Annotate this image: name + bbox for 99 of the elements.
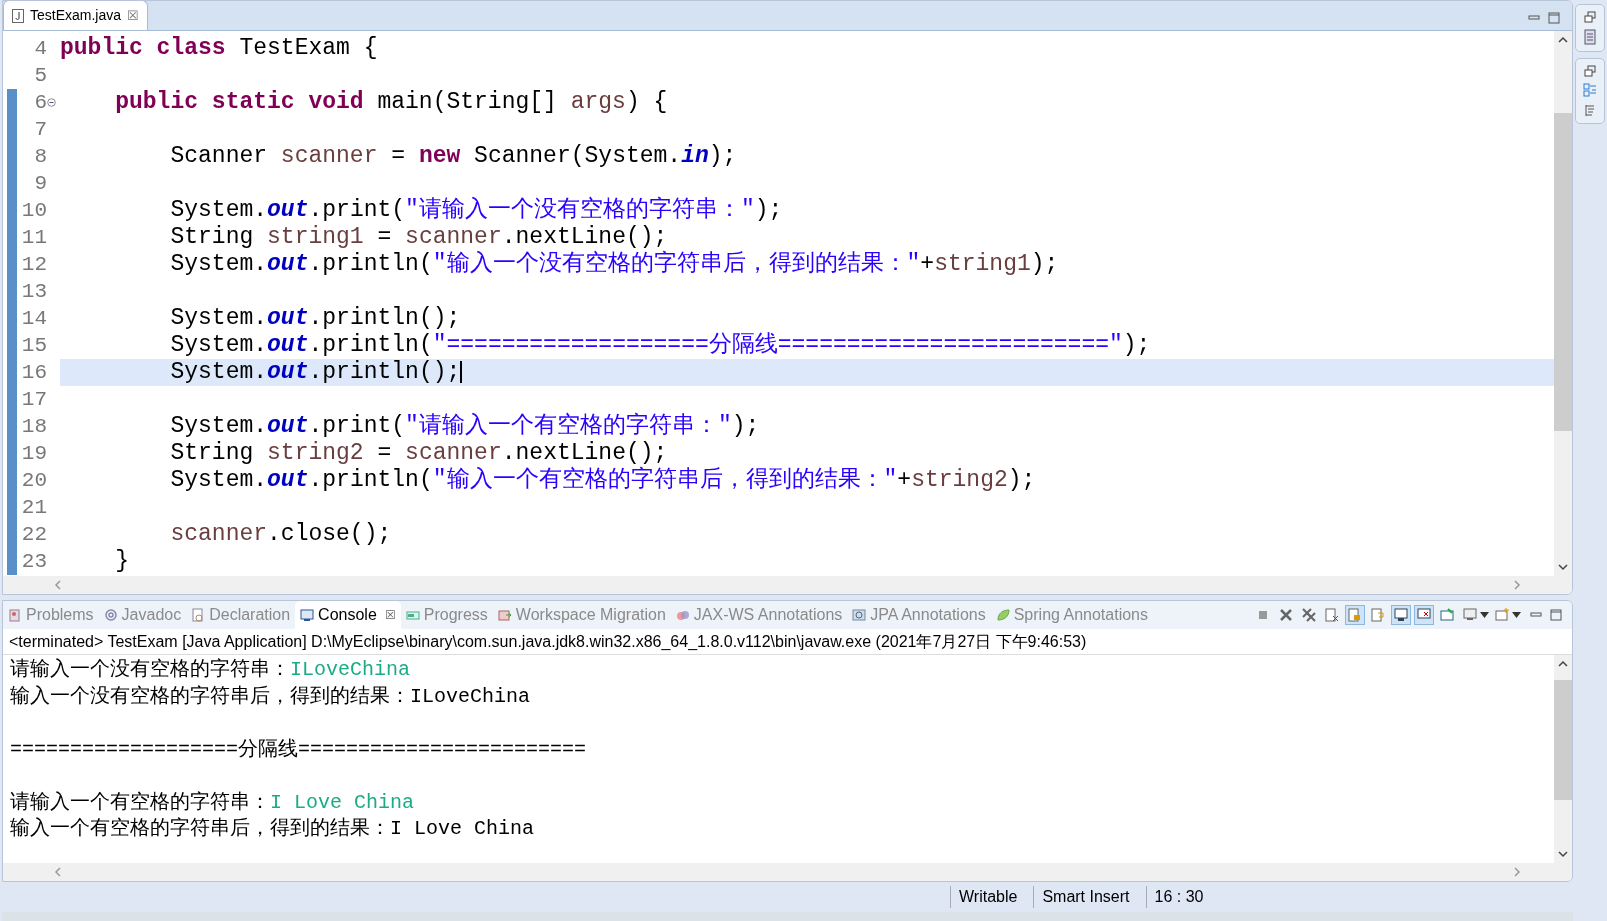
scroll-left-icon[interactable] bbox=[53, 866, 63, 878]
scroll-lock-icon bbox=[1347, 607, 1363, 623]
monitor-button[interactable] bbox=[1391, 605, 1411, 625]
caret-icon[interactable] bbox=[1512, 612, 1521, 618]
tab-title: TestExam.java bbox=[30, 6, 122, 25]
vertical-scrollbar[interactable] bbox=[1554, 31, 1572, 576]
code-line: System.out.println(); bbox=[169, 305, 461, 332]
console-header: <terminated> TestExam [Java Application] D:\MyEclipse\binary\com.sun.java.jdk8.win32.x86_64_1.8.0.v112\bin\javaw.exe (2021年7月27日 下午9:46:53) bbox=[3, 629, 1572, 655]
close-button[interactable]: ☒ bbox=[127, 5, 140, 26]
code-line: } bbox=[114, 548, 129, 575]
monitor-icon bbox=[1393, 607, 1409, 623]
restore-icon[interactable] bbox=[1584, 11, 1596, 23]
console-line: 请输入一个有空格的字符串：I Love China bbox=[10, 789, 415, 816]
line-number: 10 bbox=[20, 197, 47, 224]
line-number: 9 bbox=[33, 170, 47, 197]
view-tab[interactable]: Declaration bbox=[186, 601, 296, 629]
view-tab[interactable]: Problems bbox=[3, 601, 99, 629]
vertical-scrollbar[interactable] bbox=[1554, 655, 1572, 863]
line-number: 12 bbox=[20, 251, 47, 278]
document-icon bbox=[191, 608, 206, 622]
view-tab[interactable]: Javadoc bbox=[98, 601, 187, 629]
scroll-thumb[interactable] bbox=[1554, 112, 1572, 431]
at-sign-icon bbox=[103, 608, 118, 622]
word-wrap-icon bbox=[1370, 607, 1386, 623]
monitor-error-button[interactable] bbox=[1414, 605, 1434, 625]
fold-icon[interactable] bbox=[47, 98, 56, 107]
code-line: String string1 = scanner.nextLine(); bbox=[169, 224, 668, 250]
double-x-icon bbox=[1301, 607, 1317, 623]
status-text: Writable bbox=[959, 887, 1018, 907]
scroll-right-icon[interactable] bbox=[1512, 579, 1522, 591]
view-tab[interactable]: JAX-WS Annotations bbox=[670, 601, 848, 629]
code-line: System.out.println("输入一个有空格的字符串后，得到的结果："+string2); bbox=[169, 467, 1036, 494]
line-number: 17 bbox=[20, 386, 47, 413]
code-line: System.out.print("请输入一个有空格的字符串："); bbox=[169, 413, 760, 440]
line-number: 7 bbox=[33, 116, 47, 143]
view-tab[interactable]: Console ☒ bbox=[295, 601, 401, 629]
line-number: 11 bbox=[20, 224, 47, 251]
code-line: System.out.println("输入一个没有空格的字符串后，得到的结果："+string1); bbox=[169, 251, 1059, 278]
line-number: 16 bbox=[20, 359, 47, 386]
horizontal-scrollbar[interactable] bbox=[3, 576, 1572, 594]
code-line: Scanner scanner = new Scanner(System.in); bbox=[169, 143, 737, 170]
database-icon bbox=[852, 608, 867, 622]
problems-icon bbox=[8, 608, 22, 622]
console-line: 请输入一个没有空格的字符串：ILoveChina bbox=[10, 657, 411, 684]
hierarchy-icon[interactable] bbox=[1583, 103, 1597, 117]
line-number: 8 bbox=[33, 143, 47, 170]
new-console-icon bbox=[1494, 607, 1510, 623]
console-line: ===================分隔线======================== bbox=[10, 736, 587, 763]
view-tab[interactable]: Workspace Migration bbox=[492, 601, 671, 629]
code-line: public static void main(String[] args) { bbox=[114, 89, 668, 116]
line-number: 13 bbox=[20, 278, 47, 305]
leaf-icon bbox=[995, 608, 1010, 622]
x-icon bbox=[1278, 607, 1294, 623]
line-number: 18 bbox=[20, 413, 47, 440]
horizontal-scrollbar[interactable] bbox=[3, 863, 1572, 881]
view-tab[interactable]: Progress bbox=[400, 601, 493, 629]
maximize-icon[interactable] bbox=[1548, 12, 1560, 24]
outline-icon[interactable] bbox=[1583, 83, 1597, 97]
line-number: 14 bbox=[20, 305, 47, 332]
code-line: scanner.close(); bbox=[169, 521, 392, 548]
line-number: 4 bbox=[33, 35, 47, 62]
editor-tab[interactable]: TestExam.java ☒ bbox=[3, 1, 149, 30]
progress-bar-icon bbox=[405, 608, 420, 622]
close-button[interactable]: ☒ bbox=[384, 606, 396, 624]
status-text: Smart Insert bbox=[1042, 887, 1130, 907]
minimize-icon[interactable] bbox=[1528, 14, 1540, 22]
restore-icon[interactable] bbox=[1584, 65, 1596, 77]
code-line: System.out.print("请输入一个没有空格的字符串："); bbox=[169, 197, 783, 224]
status-text: 16 : 30 bbox=[1154, 887, 1204, 907]
line-number: 6 bbox=[33, 89, 47, 116]
code-line: public class TestExam { bbox=[60, 35, 378, 62]
caret-icon[interactable] bbox=[1480, 612, 1489, 618]
view-tab[interactable]: JPA Annotations bbox=[847, 601, 991, 629]
view-tab[interactable]: Spring Annotations bbox=[990, 601, 1153, 629]
monitor-icon bbox=[300, 608, 315, 622]
minimize-icon[interactable] bbox=[1530, 611, 1542, 619]
line-number: 22 bbox=[20, 521, 47, 548]
scroll-thumb[interactable] bbox=[1554, 680, 1572, 801]
droplets-icon bbox=[675, 608, 690, 622]
line-number: 15 bbox=[20, 332, 47, 359]
line-number: 19 bbox=[20, 440, 47, 467]
code-line: String string2 = scanner.nextLine(); bbox=[169, 440, 668, 466]
code-line: System.out.println(); bbox=[169, 359, 463, 386]
console-line: 输入一个有空格的字符串后，得到的结果：I Love China bbox=[10, 816, 535, 843]
code-line: System.out.println("===================分隔线========================"); bbox=[169, 332, 1151, 359]
maximize-icon[interactable] bbox=[1550, 609, 1562, 621]
line-number: 21 bbox=[20, 494, 47, 521]
scroll-left-icon[interactable] bbox=[53, 579, 63, 591]
scroll-right-icon[interactable] bbox=[1512, 866, 1522, 878]
display-icon bbox=[1462, 607, 1478, 623]
line-number: 5 bbox=[33, 62, 47, 89]
clear-icon bbox=[1324, 607, 1340, 623]
migration-icon bbox=[497, 608, 512, 622]
pin-icon bbox=[1439, 607, 1455, 623]
document-icon[interactable] bbox=[1584, 29, 1596, 45]
java-file-icon bbox=[12, 8, 24, 23]
line-number: 23 bbox=[20, 548, 47, 575]
line-number: 20 bbox=[20, 467, 47, 494]
console-line: 输入一个没有空格的字符串后，得到的结果：ILoveChina bbox=[10, 683, 531, 710]
